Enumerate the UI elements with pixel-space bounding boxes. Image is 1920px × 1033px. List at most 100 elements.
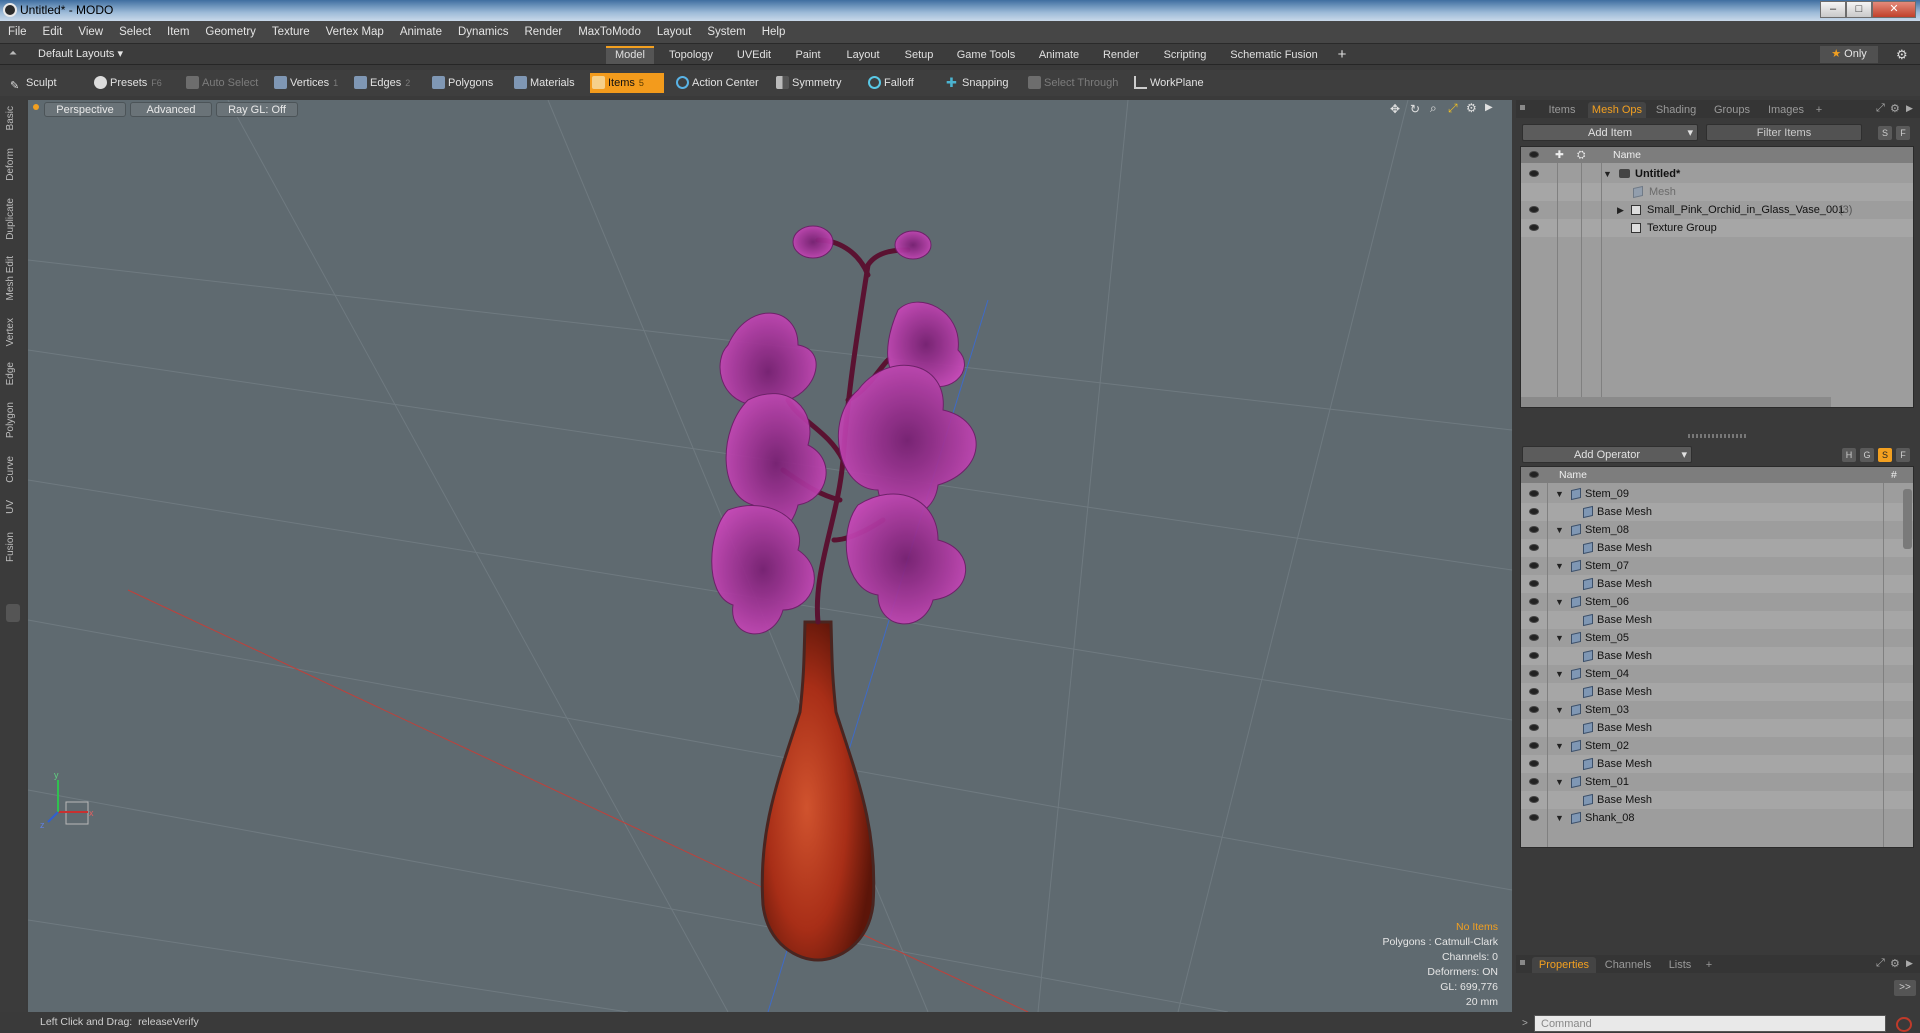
visibility-eye-icon[interactable] <box>1529 634 1539 641</box>
horizontal-scrollbar[interactable] <box>1521 397 1831 407</box>
panel-expand-icon[interactable]: ⤢ <box>1876 957 1885 970</box>
add-item-dropdown[interactable]: Add Item ▾ <box>1522 124 1698 141</box>
minimize-button[interactable]: – <box>1820 1 1846 18</box>
operator-row-base-mesh[interactable]: Base Mesh <box>1521 503 1913 521</box>
side-tab-fusion[interactable]: Fusion <box>5 532 21 562</box>
operator-row-stem[interactable]: ▼ Stem_04 <box>1521 665 1913 683</box>
panel-menu-arrow-icon[interactable]: ▶ <box>1906 103 1913 114</box>
operator-row-stem[interactable]: ▼ Stem_03 <box>1521 701 1913 719</box>
visibility-eye-icon[interactable] <box>1529 760 1539 767</box>
side-tab-edge[interactable]: Edge <box>5 362 21 385</box>
command-input[interactable]: Command <box>1534 1015 1886 1032</box>
tab-items[interactable]: Items <box>1538 102 1586 118</box>
operator-row-base-mesh[interactable]: Base Mesh <box>1521 575 1913 593</box>
snapping-button[interactable]: ✚ Snapping <box>944 73 1016 93</box>
filter-g-button[interactable]: G <box>1860 448 1874 462</box>
operator-row-base-mesh[interactable]: Base Mesh <box>1521 719 1913 737</box>
presets-button[interactable]: Presets F6 <box>92 73 178 93</box>
expand-arrow-icon[interactable]: ▼ <box>1555 737 1564 755</box>
pan-icon[interactable]: ✥ <box>1390 102 1400 116</box>
tab-setup[interactable]: Setup <box>896 46 942 64</box>
visibility-eye-icon[interactable] <box>1529 778 1539 785</box>
expand-arrow-icon[interactable]: ▼ <box>1555 665 1564 683</box>
panel-splitter[interactable] <box>1688 434 1748 438</box>
tab-paint[interactable]: Paint <box>786 46 830 64</box>
items-button[interactable]: Items 5 <box>590 73 664 93</box>
view-perspective-button[interactable]: Perspective <box>44 102 126 117</box>
vertical-scrollbar[interactable] <box>1903 489 1912 549</box>
filter-s-button[interactable]: S <box>1878 126 1892 140</box>
visibility-eye-icon[interactable] <box>1529 742 1539 749</box>
side-tab-duplicate[interactable]: Duplicate <box>5 198 21 240</box>
operator-row-base-mesh[interactable]: Base Mesh <box>1521 755 1913 773</box>
only-toggle[interactable]: ★ Only <box>1820 46 1878 63</box>
menu-edit[interactable]: Edit <box>35 21 71 44</box>
expand-arrow-icon[interactable]: ▼ <box>1555 629 1564 647</box>
tab-animate[interactable]: Animate <box>1030 46 1088 64</box>
menu-vertex-map[interactable]: Vertex Map <box>318 21 392 44</box>
visibility-eye-icon[interactable] <box>1529 688 1539 695</box>
panel-grip[interactable] <box>1520 960 1525 965</box>
side-tab-mesh-edit[interactable]: Mesh Edit <box>5 256 21 300</box>
visibility-eye-icon[interactable] <box>1529 508 1539 515</box>
menu-help[interactable]: Help <box>754 21 794 44</box>
side-tab-deform[interactable]: Deform <box>5 148 21 181</box>
edges-button[interactable]: Edges 2 <box>352 73 428 93</box>
expand-arrow-icon[interactable]: ▼ <box>1555 485 1564 503</box>
menu-animate[interactable]: Animate <box>392 21 450 44</box>
filter-f-button[interactable]: F <box>1896 448 1910 462</box>
expand-arrow-icon[interactable]: ▼ <box>1555 773 1564 791</box>
tab-game-tools[interactable]: Game Tools <box>948 46 1024 64</box>
tab-lists[interactable]: Lists <box>1660 957 1700 973</box>
visibility-eye-icon[interactable] <box>1529 724 1539 731</box>
panel-grip[interactable] <box>1520 105 1525 110</box>
expand-arrow-icon[interactable]: ▼ <box>1603 165 1612 183</box>
panel-expand-icon[interactable]: ⤢ <box>1876 102 1885 115</box>
tab-layout[interactable]: Layout <box>836 46 890 64</box>
side-tab-curve[interactable]: Curve <box>5 456 21 483</box>
expand-arrow-icon[interactable]: ▼ <box>1555 593 1564 611</box>
tab-render[interactable]: Render <box>1094 46 1148 64</box>
zoom-icon[interactable]: ⌕ <box>1430 101 1437 116</box>
operator-row-base-mesh[interactable]: Base Mesh <box>1521 791 1913 809</box>
record-icon[interactable] <box>1896 1017 1912 1032</box>
visibility-eye-icon[interactable] <box>1529 526 1539 533</box>
shading-mode-button[interactable]: Advanced <box>130 102 212 117</box>
tree-row-orchid-group[interactable]: ▶ Small_Pink_Orchid_in_Glass_Vase_001 (3… <box>1521 201 1913 219</box>
visibility-eye-icon[interactable] <box>1529 580 1539 587</box>
materials-button[interactable]: Materials <box>512 73 588 93</box>
visibility-eye-icon[interactable] <box>1529 706 1539 713</box>
tab-model[interactable]: Model <box>606 46 654 64</box>
menu-render[interactable]: Render <box>516 21 570 44</box>
tab-groups[interactable]: Groups <box>1706 102 1758 118</box>
visibility-eye-icon[interactable] <box>1529 490 1539 497</box>
menu-view[interactable]: View <box>70 21 111 44</box>
filter-items-input[interactable]: Filter Items <box>1706 124 1862 141</box>
operator-row-base-mesh[interactable]: Base Mesh <box>1521 683 1913 701</box>
operator-row-base-mesh[interactable]: Base Mesh <box>1521 611 1913 629</box>
visibility-eye-icon[interactable] <box>1529 544 1539 551</box>
menu-system[interactable]: System <box>699 21 753 44</box>
select-through-button[interactable]: Select Through <box>1026 73 1122 93</box>
operator-row-stem[interactable]: ▼ Stem_07 <box>1521 557 1913 575</box>
visibility-eye-icon[interactable] <box>1529 652 1539 659</box>
visibility-eye-icon[interactable] <box>1529 206 1539 213</box>
operator-row-stem[interactable]: ▼ Shank_08 <box>1521 809 1913 827</box>
add-layout-tab-button[interactable]: + <box>1332 46 1352 64</box>
maximize-button[interactable]: □ <box>1846 1 1872 18</box>
menu-file[interactable]: File <box>0 21 35 44</box>
add-panel-tab-button[interactable]: + <box>1812 102 1826 118</box>
operator-row-stem[interactable]: ▼ Stem_06 <box>1521 593 1913 611</box>
menu-layout[interactable]: Layout <box>649 21 700 44</box>
side-tab-vertex[interactable]: Vertex <box>5 318 21 346</box>
menu-dynamics[interactable]: Dynamics <box>450 21 516 44</box>
close-button[interactable]: ✕ <box>1872 1 1916 18</box>
tab-mesh-ops[interactable]: Mesh Ops <box>1588 102 1646 118</box>
side-tab-basic[interactable]: Basic <box>5 106 21 130</box>
action-center-button[interactable]: Action Center <box>674 73 764 93</box>
operator-row-base-mesh[interactable]: Base Mesh <box>1521 647 1913 665</box>
operator-row-stem[interactable]: ▼ Stem_01 <box>1521 773 1913 791</box>
menu-geometry[interactable]: Geometry <box>197 21 264 44</box>
layout-selector[interactable]: Default Layouts ▾ <box>38 46 123 63</box>
visibility-eye-icon[interactable] <box>1529 814 1539 821</box>
